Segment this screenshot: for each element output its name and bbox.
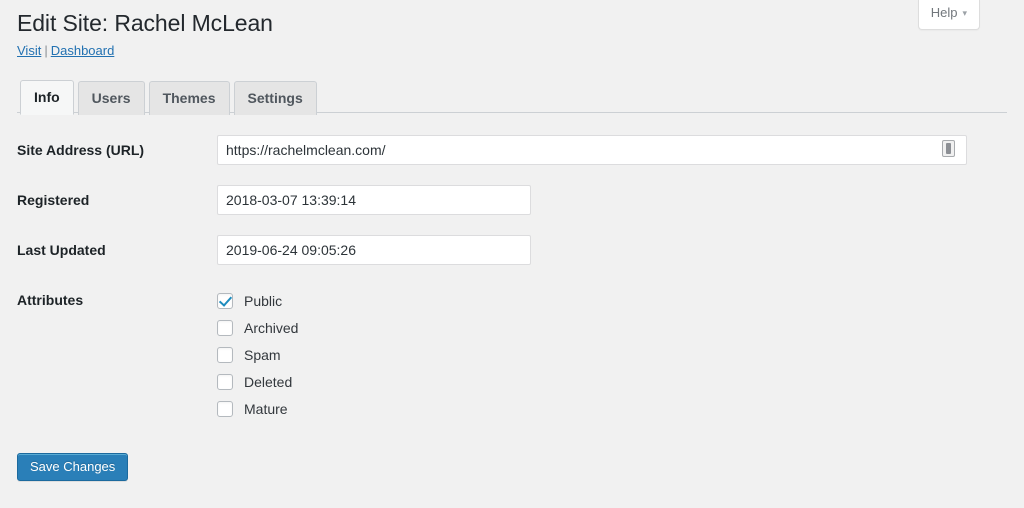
tab-info[interactable]: Info <box>20 80 74 115</box>
dashboard-link[interactable]: Dashboard <box>51 43 115 58</box>
page-title: Edit Site: Rachel McLean <box>17 10 273 36</box>
archived-checkbox[interactable] <box>217 319 233 336</box>
field-row-last-updated: Last Updated <box>17 235 1007 265</box>
deleted-checkbox[interactable] <box>217 373 233 390</box>
checkbox-row-spam[interactable]: Spam <box>217 341 1007 368</box>
site-address-input[interactable] <box>217 135 967 165</box>
visit-site-link[interactable]: Visit <box>17 43 41 58</box>
mature-checkbox-label[interactable]: Mature <box>244 399 288 419</box>
tab-bar: Info Users Themes Settings <box>17 79 1007 115</box>
field-row-registered: Registered <box>17 185 1007 215</box>
checkbox-row-deleted[interactable]: Deleted <box>217 368 1007 395</box>
registered-field-wrap <box>217 185 1007 215</box>
checkbox-row-archived[interactable]: Archived <box>217 314 1007 341</box>
attributes-label: Attributes <box>17 292 84 308</box>
link-separator: | <box>44 43 48 58</box>
field-row-attributes: Attributes Public Archived Spam Deleted … <box>17 285 1007 422</box>
public-checkbox[interactable] <box>217 292 233 309</box>
site-address-field-wrap <box>217 135 1007 165</box>
last-updated-field-wrap <box>217 235 1007 265</box>
registered-input[interactable] <box>217 185 531 215</box>
last-updated-label: Last Updated <box>17 242 106 258</box>
site-address-label: Site Address (URL) <box>17 142 145 158</box>
public-checkbox-label[interactable]: Public <box>244 291 282 311</box>
mature-checkbox[interactable] <box>217 400 233 417</box>
archived-checkbox-label[interactable]: Archived <box>244 318 298 338</box>
spam-checkbox[interactable] <box>217 346 233 363</box>
save-changes-button[interactable]: Save Changes <box>17 453 129 481</box>
checkbox-row-mature[interactable]: Mature <box>217 395 1007 422</box>
registered-label: Registered <box>17 192 90 208</box>
spam-checkbox-label[interactable]: Spam <box>244 345 281 365</box>
form-field-indicator-icon[interactable] <box>942 140 955 157</box>
page-wrap: Edit Site: Rachel McLean Visit | Dashboard… <box>17 0 1007 481</box>
tab-themes[interactable]: Themes <box>148 81 230 115</box>
site-info-form: Site Address (URL) Registered Last Updat… <box>17 135 1007 422</box>
submit-area: Save Changes <box>17 453 1007 481</box>
tab-users[interactable]: Users <box>77 81 145 115</box>
last-updated-input[interactable] <box>217 235 531 265</box>
site-action-links: Visit | Dashboard <box>17 42 1007 62</box>
chevron-down-icon: ▾ <box>962 8 967 18</box>
help-label: Help <box>930 5 958 20</box>
checkbox-row-public[interactable]: Public <box>217 287 1007 314</box>
help-toggle-button[interactable]: Help ▾ <box>917 0 980 30</box>
field-row-site-address: Site Address (URL) <box>17 135 1007 165</box>
attributes-checkbox-group: Public Archived Spam Deleted Mature <box>217 285 1007 422</box>
deleted-checkbox-label[interactable]: Deleted <box>244 372 292 392</box>
help-tab-container: Help ▾ <box>917 0 980 30</box>
tab-settings[interactable]: Settings <box>233 81 317 115</box>
